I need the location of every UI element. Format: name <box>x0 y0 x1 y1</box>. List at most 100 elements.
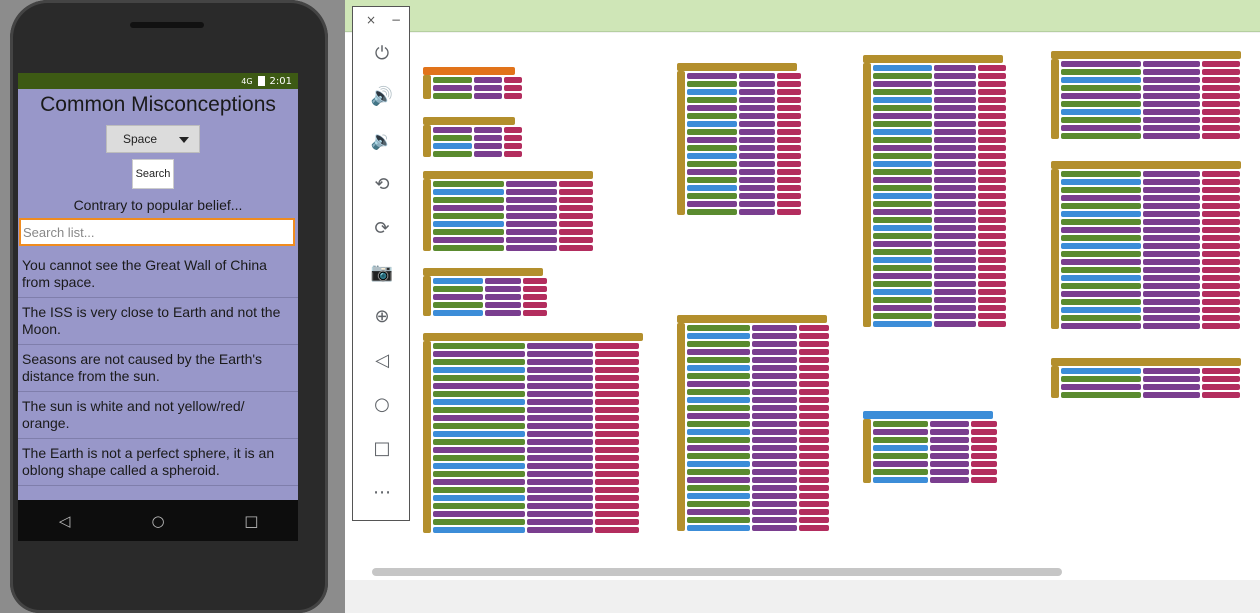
code-block[interactable] <box>1143 77 1200 83</box>
code-block[interactable] <box>1202 384 1240 390</box>
search-button[interactable]: Search <box>132 159 174 189</box>
code-block[interactable] <box>1202 243 1240 249</box>
code-block[interactable] <box>485 278 521 284</box>
code-block[interactable] <box>1143 275 1200 281</box>
code-block[interactable] <box>739 185 775 191</box>
code-block[interactable] <box>1061 85 1141 91</box>
code-block[interactable] <box>971 445 997 451</box>
code-block[interactable] <box>433 294 483 300</box>
code-block[interactable] <box>433 391 525 397</box>
code-block[interactable] <box>978 217 1006 223</box>
code-block[interactable] <box>799 453 829 459</box>
volume-up-icon[interactable]: 🔊 <box>353 86 411 107</box>
code-block[interactable] <box>930 429 969 435</box>
code-block[interactable] <box>559 205 593 211</box>
code-block[interactable] <box>777 129 801 135</box>
code-block[interactable] <box>527 455 593 461</box>
code-block[interactable] <box>752 485 797 491</box>
code-block[interactable] <box>752 517 797 523</box>
code-block[interactable] <box>934 209 976 215</box>
code-block[interactable] <box>1143 179 1200 185</box>
block-group-header[interactable] <box>1051 358 1241 366</box>
code-block[interactable] <box>687 525 750 531</box>
code-block[interactable] <box>739 209 775 215</box>
code-block[interactable] <box>934 145 976 151</box>
code-block[interactable] <box>433 511 525 517</box>
code-block[interactable] <box>433 286 483 292</box>
code-block[interactable] <box>527 415 593 421</box>
block-group-header[interactable] <box>1051 161 1241 169</box>
code-block[interactable] <box>934 217 976 223</box>
code-block[interactable] <box>1143 203 1200 209</box>
code-block[interactable] <box>777 193 801 199</box>
code-block[interactable] <box>799 341 829 347</box>
code-block[interactable] <box>1143 133 1200 139</box>
code-block[interactable] <box>433 359 525 365</box>
nav-recent-icon[interactable]: □ <box>236 512 266 530</box>
code-block[interactable] <box>777 73 801 79</box>
code-block[interactable] <box>687 209 737 215</box>
code-block[interactable] <box>934 121 976 127</box>
code-block[interactable] <box>559 229 593 235</box>
code-block[interactable] <box>527 391 593 397</box>
code-block[interactable] <box>1143 283 1200 289</box>
code-block[interactable] <box>873 81 932 87</box>
code-block[interactable] <box>687 129 737 135</box>
code-block[interactable] <box>978 321 1006 327</box>
toolbar-close-button[interactable]: × <box>366 13 376 27</box>
code-block[interactable] <box>595 391 639 397</box>
code-block[interactable] <box>752 509 797 515</box>
code-block[interactable] <box>527 383 593 389</box>
code-block[interactable] <box>930 421 969 427</box>
code-block[interactable] <box>595 375 639 381</box>
code-block[interactable] <box>934 153 976 159</box>
code-block[interactable] <box>687 437 750 443</box>
code-block[interactable] <box>1143 368 1200 374</box>
code-block[interactable] <box>873 121 932 127</box>
code-block[interactable] <box>1202 275 1240 281</box>
code-block[interactable] <box>527 407 593 413</box>
code-block[interactable] <box>971 477 997 483</box>
code-block[interactable] <box>1061 243 1141 249</box>
block-group-spine[interactable] <box>423 75 431 99</box>
code-block[interactable] <box>752 381 797 387</box>
code-block[interactable] <box>752 349 797 355</box>
power-icon[interactable]: ⏻ <box>353 43 411 64</box>
code-block[interactable] <box>1061 93 1141 99</box>
code-block[interactable] <box>523 286 547 292</box>
code-block[interactable] <box>1202 299 1240 305</box>
code-block[interactable] <box>595 527 639 533</box>
code-block[interactable] <box>752 469 797 475</box>
code-block[interactable] <box>527 487 593 493</box>
code-block[interactable] <box>799 445 829 451</box>
code-block[interactable] <box>777 177 801 183</box>
code-block[interactable] <box>687 105 737 111</box>
code-block[interactable] <box>799 365 829 371</box>
code-block[interactable] <box>1202 85 1240 91</box>
nav-back-icon[interactable]: ◁ <box>50 512 80 530</box>
code-block[interactable] <box>978 161 1006 167</box>
code-block[interactable] <box>934 65 976 71</box>
code-block[interactable] <box>527 359 593 365</box>
code-block[interactable] <box>799 325 829 331</box>
code-block[interactable] <box>1061 283 1141 289</box>
code-block[interactable] <box>752 413 797 419</box>
code-block[interactable] <box>1061 219 1141 225</box>
code-block[interactable] <box>930 477 969 483</box>
code-block[interactable] <box>777 97 801 103</box>
code-block[interactable] <box>799 485 829 491</box>
code-block[interactable] <box>433 197 504 203</box>
code-block[interactable] <box>1143 69 1200 75</box>
code-block[interactable] <box>978 81 1006 87</box>
code-block[interactable] <box>559 189 593 195</box>
blocks-workspace[interactable] <box>345 33 1260 580</box>
code-block[interactable] <box>971 469 997 475</box>
code-block[interactable] <box>1061 267 1141 273</box>
code-block[interactable] <box>978 209 1006 215</box>
code-block[interactable] <box>433 447 525 453</box>
code-block[interactable] <box>433 495 525 501</box>
code-block[interactable] <box>687 193 737 199</box>
code-block[interactable] <box>799 429 829 435</box>
code-block[interactable] <box>595 503 639 509</box>
code-block[interactable] <box>873 113 932 119</box>
